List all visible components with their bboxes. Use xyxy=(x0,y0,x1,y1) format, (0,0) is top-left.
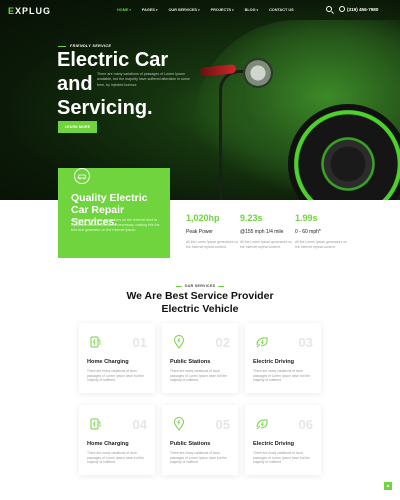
service-card-home-charging[interactable]: 01 Home Charging There are many variatio… xyxy=(79,323,155,393)
phone-icon xyxy=(339,6,345,12)
card-number: 04 xyxy=(132,417,147,432)
electric-car-icon xyxy=(256,419,268,430)
hero-description: There are many variations of passages of… xyxy=(97,72,190,87)
stat-peak-power: 1,020hp Peak Power All the Lorem Ipsum g… xyxy=(186,213,246,250)
card-description: There are many variations of Isum passag… xyxy=(253,451,310,465)
logo[interactable]: EXPLUG xyxy=(8,6,51,16)
service-card-public-stations[interactable]: 05 Public Stations There are many variat… xyxy=(162,405,238,475)
card-title: Public Stations xyxy=(170,441,211,447)
stat-label: Peak Power xyxy=(186,229,213,235)
stat-label: @155 mph 1/4 mile xyxy=(240,229,284,235)
nav-item-services[interactable]: OUR SERVICES▾ xyxy=(168,8,199,12)
card-number: 01 xyxy=(132,335,147,350)
card-description: There are many variations of Isum passag… xyxy=(170,451,227,465)
car-repair-icon xyxy=(74,168,90,184)
phone-number: (319) 456-7980 xyxy=(347,6,379,12)
card-description: There are many variations of Isum passag… xyxy=(253,369,310,383)
card-description: There are many variations of Isum passag… xyxy=(170,369,227,383)
card-description: There are many variations of Isum passag… xyxy=(87,369,144,383)
nav-item-blog[interactable]: BLOG▾ xyxy=(245,8,258,12)
card-number: 05 xyxy=(215,417,230,432)
feature-card: Quality Electric Car Repair Services. Al… xyxy=(58,168,170,258)
nav-item-home[interactable]: HOME▾ xyxy=(117,8,131,12)
charging-station-icon xyxy=(90,418,101,430)
services-title: We Are Best Service Provider Electric Ve… xyxy=(126,290,274,315)
card-description: There are many variations of Isum passag… xyxy=(87,451,144,465)
card-title: Public Stations xyxy=(170,359,211,365)
stat-value: 1.99s xyxy=(295,213,318,223)
main-menu: HOME▾ PAGES▾ OUR SERVICES▾ PROJECTS▾ BLO… xyxy=(117,8,294,12)
stat-label: 0 - 60 mph* xyxy=(295,229,321,235)
learn-more-button[interactable]: LEARN MORE xyxy=(58,121,97,133)
stat-description: All the Lorem Ipsum generators on the In… xyxy=(240,240,293,249)
card-number: 06 xyxy=(298,417,313,432)
card-number: 02 xyxy=(215,335,230,350)
card-title: Electric Driving xyxy=(253,441,295,447)
nav-item-contact[interactable]: CONTACT US xyxy=(269,8,294,12)
stat-description: All the Lorem Ipsum generators on the In… xyxy=(186,240,239,249)
service-card-electric-driving[interactable]: 06 Electric Driving There are many varia… xyxy=(245,405,321,475)
electric-car-icon xyxy=(256,337,268,348)
nav-item-pages[interactable]: PAGES▾ xyxy=(142,8,158,12)
service-card-home-charging[interactable]: 04 Home Charging There are many variatio… xyxy=(79,405,155,475)
nav-item-projects[interactable]: PROJECTS▾ xyxy=(211,8,234,12)
phone-link[interactable]: (319) 456-7980 xyxy=(339,6,378,12)
stat-description: All the Lorem Ipsum generators on the In… xyxy=(295,240,348,249)
feature-description: All the Lorem Ipsum generators on the In… xyxy=(71,218,160,233)
card-title: Electric Driving xyxy=(253,359,295,365)
stat-value: 1,020hp xyxy=(186,213,220,223)
service-card-electric-driving[interactable]: 03 Electric Driving There are many varia… xyxy=(245,323,321,393)
card-number: 03 xyxy=(298,335,313,350)
scroll-to-top-button[interactable]: ▲ xyxy=(384,482,392,490)
search-icon[interactable] xyxy=(326,6,332,12)
services-eyebrow: OUR SERVICES xyxy=(0,284,400,288)
location-pin-icon xyxy=(173,335,185,349)
card-title: Home Charging xyxy=(87,441,129,447)
stat-acceleration: 1.99s 0 - 60 mph* All the Lorem Ipsum ge… xyxy=(295,213,355,250)
service-card-public-stations[interactable]: 02 Public Stations There are many variat… xyxy=(162,323,238,393)
stat-quarter-mile: 9.23s @155 mph 1/4 mile All the Lorem Ip… xyxy=(240,213,300,250)
charging-station-icon xyxy=(90,336,101,348)
card-title: Home Charging xyxy=(87,359,129,365)
stat-value: 9.23s xyxy=(240,213,263,223)
location-pin-icon xyxy=(173,417,185,431)
